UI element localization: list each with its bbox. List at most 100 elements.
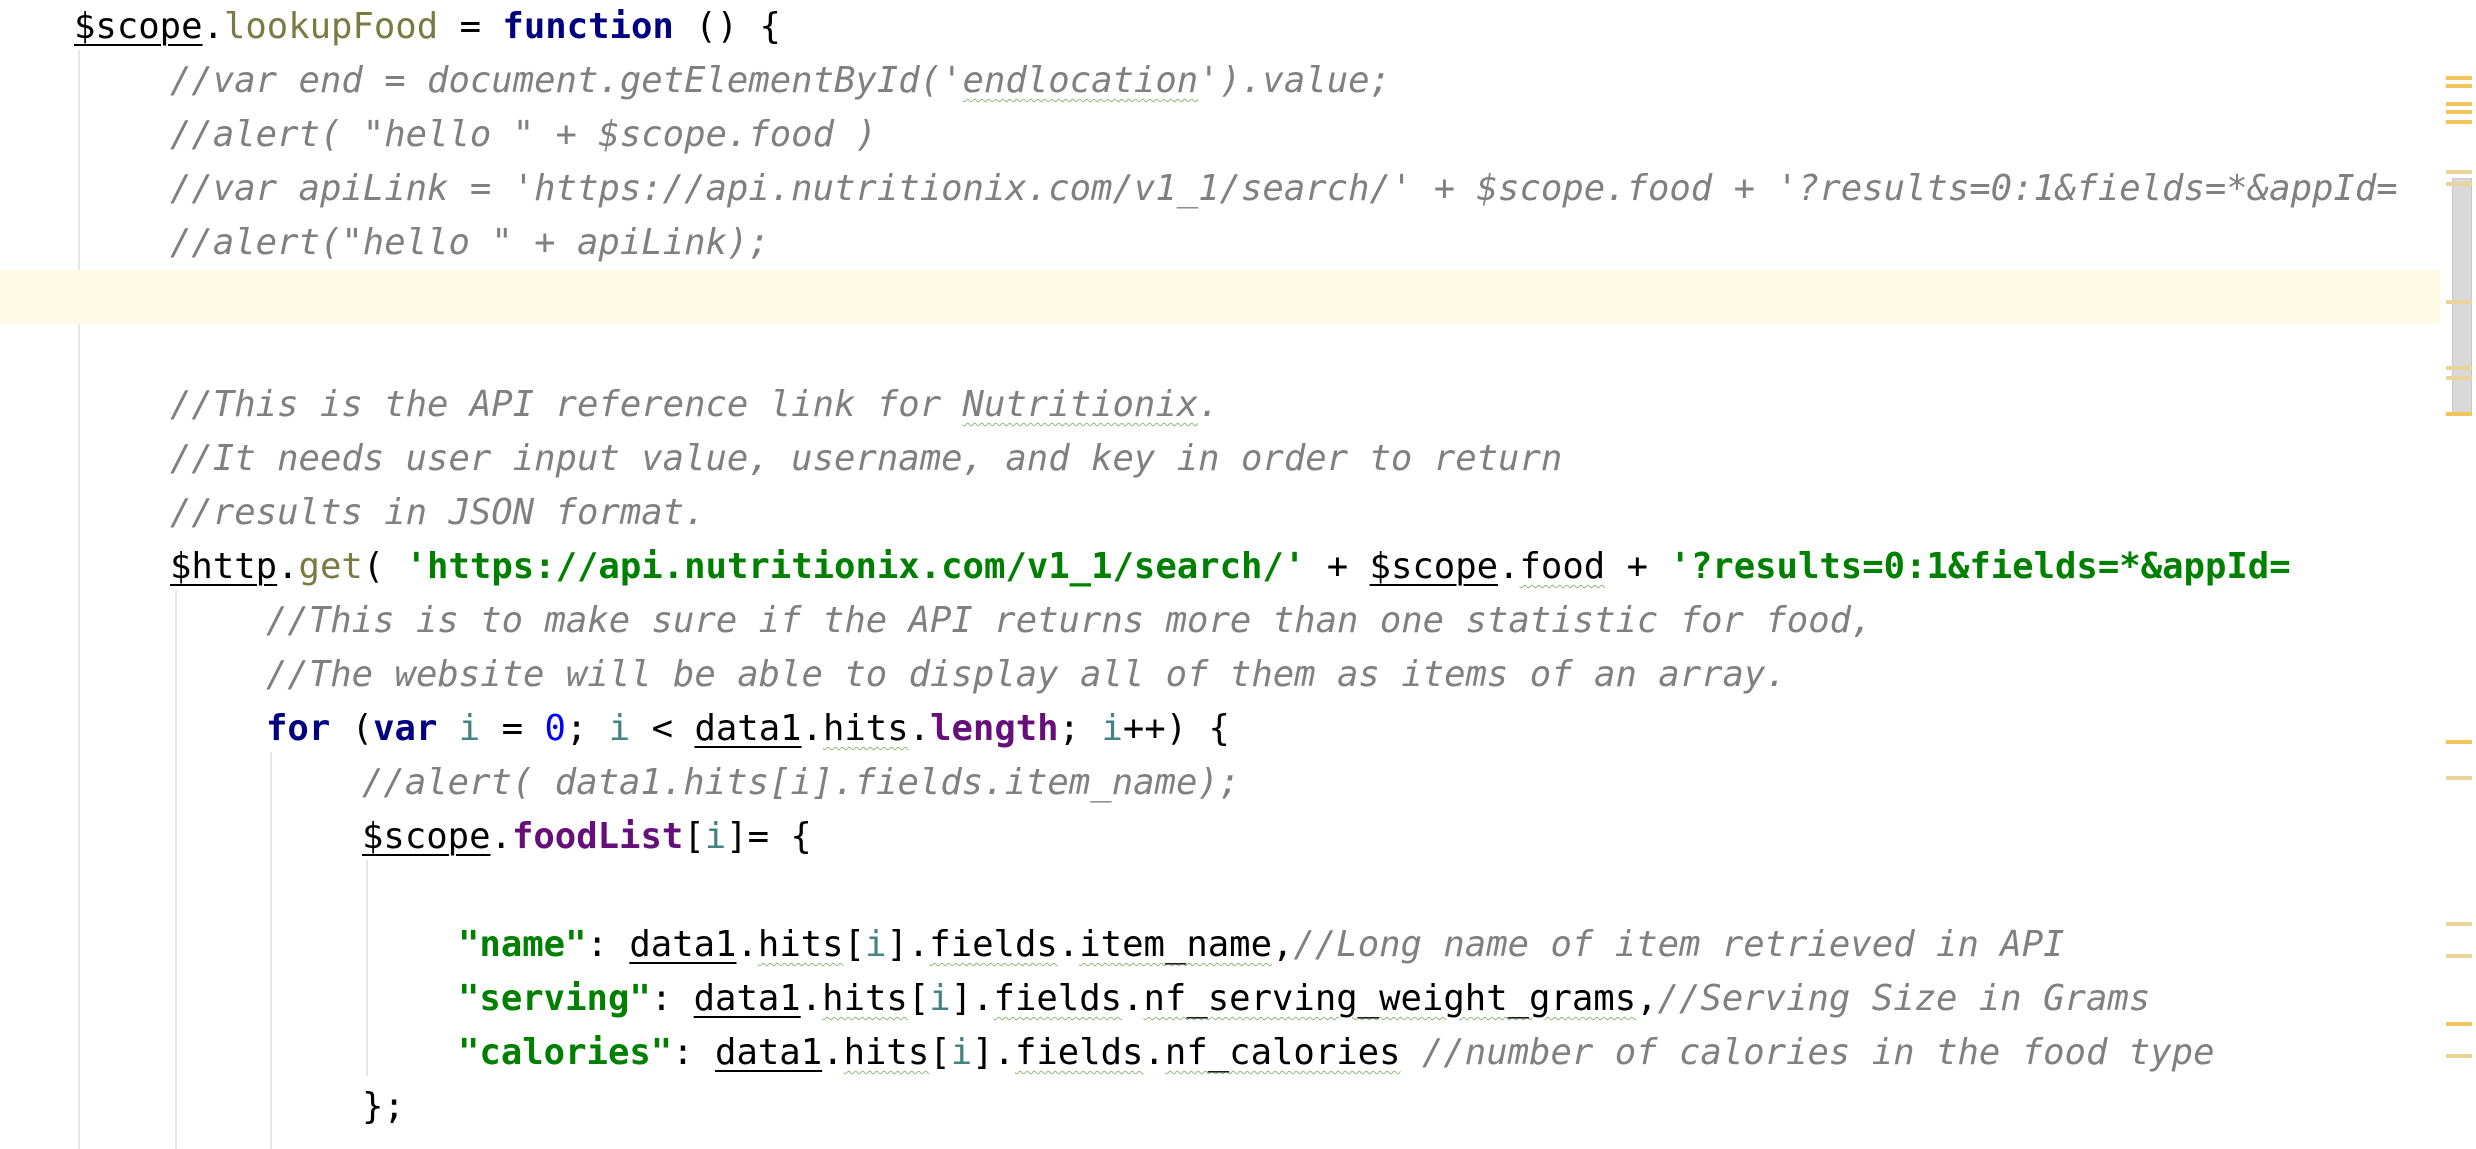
code-line[interactable]: //alert( data1.hits[i].fields.item_name)… xyxy=(0,756,2440,810)
code-token: . xyxy=(202,6,224,47)
code-token: //Serving Size in Grams xyxy=(1657,978,2151,1019)
code-token: data1 xyxy=(694,708,802,749)
warning-marker[interactable] xyxy=(2446,84,2472,88)
code-token: foodList xyxy=(511,816,684,857)
code-token: Nutritionix xyxy=(962,384,1199,425)
code-token: , xyxy=(1272,924,1294,965)
code-token: + xyxy=(1305,546,1370,587)
code-line[interactable] xyxy=(0,270,2440,324)
code-token: [ xyxy=(683,816,705,857)
scrollbar-thumb[interactable] xyxy=(2452,178,2472,416)
code-token: nf_calories xyxy=(1164,1032,1401,1073)
code-token: endlocation xyxy=(962,60,1199,101)
code-token: hits xyxy=(843,1032,930,1073)
code-token: "serving" xyxy=(458,978,651,1019)
code-token: data1 xyxy=(629,924,737,965)
code-line[interactable] xyxy=(0,324,2440,378)
code-line[interactable]: "calories": data1.hits[i].fields.nf_calo… xyxy=(0,1026,2440,1080)
code-editor[interactable]: $scope.lookupFood = function () {//var e… xyxy=(0,0,2476,1149)
code-line[interactable]: //results in JSON format. xyxy=(0,486,2440,540)
code-token: $scope xyxy=(1369,546,1499,587)
code-line[interactable]: //It needs user input value, username, a… xyxy=(0,432,2440,486)
code-token: ').value; xyxy=(1198,60,1391,101)
code-line[interactable]: $http.get( 'https://api.nutritionix.com/… xyxy=(0,540,2440,594)
code-token: nf_serving_weight_grams xyxy=(1143,978,1637,1019)
code-token: . xyxy=(908,708,931,749)
code-token: }; xyxy=(362,1086,405,1127)
warning-marker[interactable] xyxy=(2446,102,2472,106)
code-token: //Long name of item retrieved in API xyxy=(1293,924,2065,965)
code-line[interactable]: for (var i = 0; i < data1.hits.length; i… xyxy=(0,702,2440,756)
code-token: + xyxy=(1605,546,1670,587)
code-token: . xyxy=(822,1032,844,1073)
code-line[interactable]: //This is the API reference link for Nut… xyxy=(0,378,2440,432)
info-marker[interactable] xyxy=(2446,300,2472,304)
code-token: ]. xyxy=(950,978,994,1019)
code-token: //results in JSON format. xyxy=(170,492,706,533)
code-line[interactable]: //var end = document.getElementById('end… xyxy=(0,54,2440,108)
warning-marker[interactable] xyxy=(2446,1022,2472,1026)
code-token: hits xyxy=(757,924,844,965)
info-marker[interactable] xyxy=(2446,366,2472,370)
info-marker[interactable] xyxy=(2446,170,2472,174)
code-token: $scope xyxy=(362,816,491,857)
code-token: = xyxy=(438,6,503,47)
code-token: fields xyxy=(929,924,1058,965)
code-token: : xyxy=(650,978,694,1019)
code-line[interactable]: //This is to make sure if the API return… xyxy=(0,594,2440,648)
info-marker[interactable] xyxy=(2446,376,2472,380)
code-line[interactable]: "name": data1.hits[i].fields.item_name,/… xyxy=(0,918,2440,972)
code-token: : xyxy=(672,1032,716,1073)
code-token: = xyxy=(480,708,545,749)
code-token: ]. xyxy=(972,1032,1015,1073)
code-token: "calories" xyxy=(458,1032,673,1073)
code-token: 'https://api.nutritionix.com/v1_1/search… xyxy=(405,546,1306,587)
info-marker[interactable] xyxy=(2446,922,2472,926)
code-line[interactable]: //alert("hello " + apiLink); xyxy=(0,216,2440,270)
code-token: . xyxy=(736,924,758,965)
code-token: function xyxy=(502,6,674,47)
code-token: get xyxy=(298,546,363,587)
code-line[interactable]: //The website will be able to display al… xyxy=(0,648,2440,702)
warning-marker[interactable] xyxy=(2446,120,2472,124)
code-token: i xyxy=(950,1032,973,1073)
code-token: lookupFood xyxy=(223,6,439,47)
code-line[interactable]: //alert( "hello " + $scope.food ) xyxy=(0,108,2440,162)
code-token: //number of calories in the food type xyxy=(1421,1032,2215,1073)
info-marker[interactable] xyxy=(2446,954,2472,958)
info-marker[interactable] xyxy=(2446,776,2472,780)
code-token: i xyxy=(608,708,631,749)
code-token: //The website will be able to display al… xyxy=(266,654,1787,695)
warning-marker[interactable] xyxy=(2446,740,2472,744)
warning-marker[interactable] xyxy=(2446,412,2472,416)
code-token: [ xyxy=(843,924,866,965)
warning-marker[interactable] xyxy=(2446,110,2472,114)
warning-marker[interactable] xyxy=(2446,76,2472,80)
code-token: . xyxy=(800,978,823,1019)
code-token: fields xyxy=(1014,1032,1144,1073)
code-token: '?results=0:1&fields=*&appId= xyxy=(1669,546,2291,587)
code-token: 0 xyxy=(544,708,566,749)
info-marker[interactable] xyxy=(2446,1054,2472,1058)
code-token: . xyxy=(1143,1032,1165,1073)
code-token: //alert( "hello " + $scope.food ) xyxy=(170,114,877,155)
code-token: ]= { xyxy=(726,816,812,857)
code-line[interactable]: //var apiLink = 'https://api.nutritionix… xyxy=(0,162,2440,216)
code-token: . xyxy=(1198,384,1220,425)
code-token: //var apiLink = 'https://api.nutritionix… xyxy=(170,168,2398,209)
code-token: //alert( data1.hits[i].fields.item_name)… xyxy=(362,762,1241,803)
code-token: . xyxy=(1122,978,1144,1019)
code-token: , xyxy=(1636,978,1658,1019)
code-line[interactable]: "serving": data1.hits[i].fields.nf_servi… xyxy=(0,972,2440,1026)
code-token: hits xyxy=(822,708,909,749)
code-line[interactable]: $scope.foodList[i]= { xyxy=(0,810,2440,864)
code-token: length xyxy=(930,708,1059,749)
info-marker[interactable] xyxy=(2446,182,2472,186)
code-line[interactable]: $scope.lookupFood = function () { xyxy=(0,0,2440,54)
code-line[interactable] xyxy=(0,864,2440,918)
code-line[interactable]: }; xyxy=(0,1080,2440,1134)
code-token: //This is the API reference link for xyxy=(170,384,963,425)
code-lines[interactable]: $scope.lookupFood = function () {//var e… xyxy=(0,0,2440,1149)
code-token: i xyxy=(1101,708,1123,749)
